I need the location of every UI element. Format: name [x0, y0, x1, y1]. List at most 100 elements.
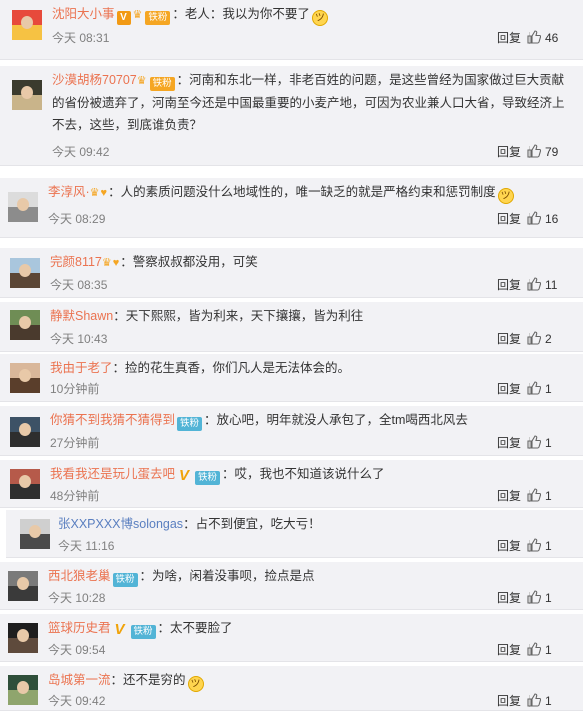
timestamp: 今天 08:35: [50, 278, 108, 292]
like-button[interactable]: 46: [527, 30, 567, 46]
avatar-face: [21, 86, 33, 99]
timestamp: 48分钟前: [50, 489, 100, 503]
avatar[interactable]: [8, 192, 38, 222]
like-button[interactable]: 1: [527, 381, 567, 397]
username-link[interactable]: 静默Shawn: [50, 309, 113, 323]
comment-meta: 今天 10:43 回复 2: [50, 331, 567, 347]
thumbs-up-icon: [527, 211, 542, 225]
comment-content: ：太不要脸了: [157, 621, 233, 635]
avatar[interactable]: [12, 10, 42, 40]
like-button[interactable]: 1: [527, 693, 567, 709]
comment-content: ：人的素质问题没什么地域性的，唯一缺乏的就是严格约束和惩罚制度: [108, 185, 496, 199]
avatar-face: [17, 681, 29, 694]
reply-button[interactable]: 回复: [497, 435, 521, 451]
comment-meta: 今天 08:35 回复 11: [50, 277, 567, 293]
comment-meta: 今天 08:29 回复 16: [48, 211, 567, 227]
comment-content: ：天下熙熙，皆为利来，天下攘攘，皆为利往: [113, 309, 364, 323]
reply-button[interactable]: 回复: [497, 211, 521, 227]
timestamp: 10分钟前: [50, 382, 100, 396]
reply-button[interactable]: 回复: [497, 277, 521, 293]
avatar[interactable]: [10, 363, 40, 393]
like-count: 46: [545, 31, 559, 45]
thumbs-up-icon: [527, 642, 542, 656]
fan-badge: 铁粉: [130, 625, 156, 639]
username-link[interactable]: 李淳风·: [48, 185, 90, 199]
comment-body: 完颜8117♛♥：警察叔叔都没用，可笑 今天 08:35 回复 11: [50, 251, 567, 295]
like-button[interactable]: 2: [527, 331, 567, 347]
thumbs-up-icon: [527, 277, 542, 291]
reply-button[interactable]: 回复: [497, 144, 521, 160]
username-link[interactable]: 我由于老了: [50, 361, 113, 375]
like-button[interactable]: 11: [527, 277, 567, 293]
reply-button[interactable]: 回复: [497, 331, 521, 347]
avatar[interactable]: [10, 417, 40, 447]
comment-item: 你猜不到我猜不猜得到 铁粉 ：放心吧，明年就没人承包了，全tm喝西北风去 27分钟前 回…: [0, 406, 583, 456]
thumbs-up-icon: [527, 144, 542, 158]
avatar[interactable]: [8, 623, 38, 653]
like-button[interactable]: 1: [527, 642, 567, 658]
smile-emoji-icon: ツ: [311, 10, 328, 26]
fan-badge: 铁粉: [145, 11, 171, 25]
username-link[interactable]: 沈阳大小事: [52, 7, 115, 21]
reply-button[interactable]: 回复: [497, 538, 521, 554]
timestamp: 今天 09:42: [52, 145, 110, 159]
comment-content: ：还不是穷的: [110, 673, 186, 687]
username-link[interactable]: 岛城第一流: [48, 673, 111, 687]
like-count: 79: [545, 145, 559, 159]
timestamp: 今天 10:43: [50, 332, 108, 346]
username-link[interactable]: 完颜8117: [50, 255, 102, 269]
comment-content: ：为啥，闲着没事呗，捡点是点: [139, 569, 315, 583]
reply-button[interactable]: 回复: [497, 693, 521, 709]
avatar-face: [19, 423, 31, 436]
avatar-face: [17, 577, 29, 590]
like-button[interactable]: 79: [527, 144, 567, 160]
comment-meta: 今天 10:28 回复 1: [48, 590, 567, 606]
username-link[interactable]: 沙漠胡杨70707: [52, 73, 137, 87]
comment-body: 静默Shawn：天下熙熙，皆为利来，天下攘攘，皆为利往 今天 10:43 回复 2: [50, 305, 567, 349]
avatar-face: [19, 264, 31, 277]
reply-button[interactable]: 回复: [497, 30, 521, 46]
like-count: 2: [545, 332, 552, 346]
username-link[interactable]: 篮球历史君: [48, 621, 111, 635]
comment-item: 张XXPXXX博solongas：占不到便宜，吃大亏！ 今天 11:16 回复 1: [6, 510, 583, 558]
thumbs-up-icon: [527, 693, 542, 707]
username-link[interactable]: 我看我还是玩儿蛋去吧: [50, 467, 175, 481]
timestamp: 今天 08:29: [48, 212, 106, 226]
username-link[interactable]: 张XXPXXX博solongas: [58, 517, 183, 531]
like-button[interactable]: 1: [527, 590, 567, 606]
like-button[interactable]: 1: [527, 435, 567, 451]
timestamp: 今天 08:31: [52, 31, 110, 45]
reply-button[interactable]: 回复: [497, 642, 521, 658]
username-link[interactable]: 你猜不到我猜不猜得到: [50, 413, 175, 427]
avatar[interactable]: [8, 571, 38, 601]
reply-button[interactable]: 回复: [497, 488, 521, 504]
avatar[interactable]: [8, 675, 38, 705]
avatar-face: [19, 369, 31, 382]
like-button[interactable]: 1: [527, 488, 567, 504]
avatar[interactable]: [20, 519, 50, 549]
like-button[interactable]: 1: [527, 538, 567, 554]
avatar-face: [29, 525, 41, 538]
reply-button[interactable]: 回复: [497, 590, 521, 606]
reply-button[interactable]: 回复: [497, 381, 521, 397]
avatar[interactable]: [10, 469, 40, 499]
username-link[interactable]: 西北狼老巢: [48, 569, 111, 583]
like-count: 1: [545, 489, 552, 503]
comment-text: 静默Shawn：天下熙熙，皆为利来，天下攘攘，皆为利往: [50, 305, 567, 327]
comment-body: 张XXPXXX博solongas：占不到便宜，吃大亏！ 今天 11:16 回复 1: [58, 513, 567, 555]
comment-body: 西北狼老巢 铁粉 ：为啥，闲着没事呗，捡点是点 今天 10:28 回复 1: [48, 565, 567, 607]
like-count: 1: [545, 382, 552, 396]
comment-content: ：警察叔叔都没用，可笑: [120, 255, 258, 269]
like-button[interactable]: 16: [527, 211, 567, 227]
comment-body: 沙漠胡杨70707♛ 铁粉 ：河南和东北一样，非老百姓的问题，是这些曾经为国家做过巨…: [52, 69, 567, 163]
avatar[interactable]: [10, 310, 40, 340]
comment-meta: 今天 09:42 回复 79: [52, 144, 567, 160]
comment-text: 岛城第一流：还不是穷的ツ: [48, 669, 567, 692]
avatar[interactable]: [12, 80, 42, 110]
thumbs-up-icon: [527, 488, 542, 502]
avatar[interactable]: [10, 258, 40, 288]
comment-text: 我由于老了：捡的花生真香，你们凡人是无法体会的。: [50, 357, 567, 379]
comment-body: 你猜不到我猜不猜得到 铁粉 ：放心吧，明年就没人承包了，全tm喝西北风去 27分钟前 回…: [50, 409, 567, 453]
comment-item: 静默Shawn：天下熙熙，皆为利来，天下攘攘，皆为利往 今天 10:43 回复 2: [0, 302, 583, 352]
thumbs-up-icon: [527, 435, 542, 449]
